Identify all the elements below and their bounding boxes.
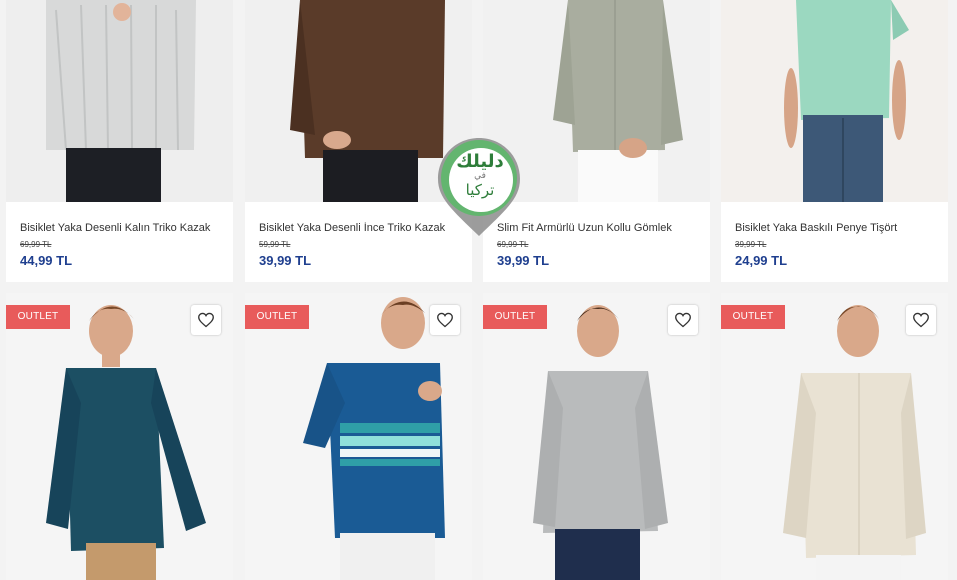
old-price: 69,99 TL — [497, 240, 529, 249]
old-price: 59,99 TL — [259, 240, 291, 249]
heart-outline-icon — [675, 312, 691, 328]
heart-outline-icon — [198, 312, 214, 328]
product-card[interactable]: OUTLET — [721, 293, 948, 580]
product-image[interactable] — [483, 293, 710, 580]
price: 44,99 TL — [20, 253, 73, 268]
product-card[interactable]: OUTLET — [245, 293, 472, 580]
product-image[interactable] — [245, 293, 472, 580]
outlet-badge: OUTLET — [721, 305, 785, 329]
product-image[interactable] — [721, 0, 948, 202]
product-image[interactable] — [6, 0, 233, 202]
heart-outline-icon — [437, 312, 453, 328]
watermark-line-1: دليلك — [456, 151, 504, 172]
product-card[interactable]: OUTLET — [6, 293, 233, 580]
product-card[interactable]: OUTLET — [483, 293, 710, 580]
product-name[interactable]: Bisiklet Yaka Desenli Kalın Triko Kazak — [20, 222, 225, 234]
product-card[interactable]: Bisiklet Yaka Desenli Kalın Triko Kazak … — [6, 0, 233, 282]
watermark-line-3: تركيا — [465, 180, 495, 199]
outlet-badge: OUTLET — [6, 305, 70, 329]
price: 39,99 TL — [497, 253, 550, 268]
heart-outline-icon — [913, 312, 929, 328]
favorite-button[interactable] — [668, 305, 698, 335]
outlet-badge: OUTLET — [483, 305, 547, 329]
product-card[interactable]: Bisiklet Yaka Baskılı Penye Tişört 39,99… — [721, 0, 948, 282]
price: 24,99 TL — [735, 253, 788, 268]
old-price: 39,99 TL — [735, 240, 767, 249]
price: 39,99 TL — [259, 253, 312, 268]
product-name[interactable]: Bisiklet Yaka Baskılı Penye Tişört — [735, 222, 940, 234]
favorite-button[interactable] — [191, 305, 221, 335]
favorite-button[interactable] — [906, 305, 936, 335]
favorite-button[interactable] — [430, 305, 460, 335]
product-name[interactable]: Slim Fit Armürlü Uzun Kollu Gömlek — [497, 222, 702, 234]
old-price: 69,99 TL — [20, 240, 52, 249]
outlet-badge: OUTLET — [245, 305, 309, 329]
product-image[interactable] — [6, 293, 233, 580]
product-image[interactable] — [721, 293, 948, 580]
watermark-logo: دليلك في تركيا — [434, 134, 524, 240]
